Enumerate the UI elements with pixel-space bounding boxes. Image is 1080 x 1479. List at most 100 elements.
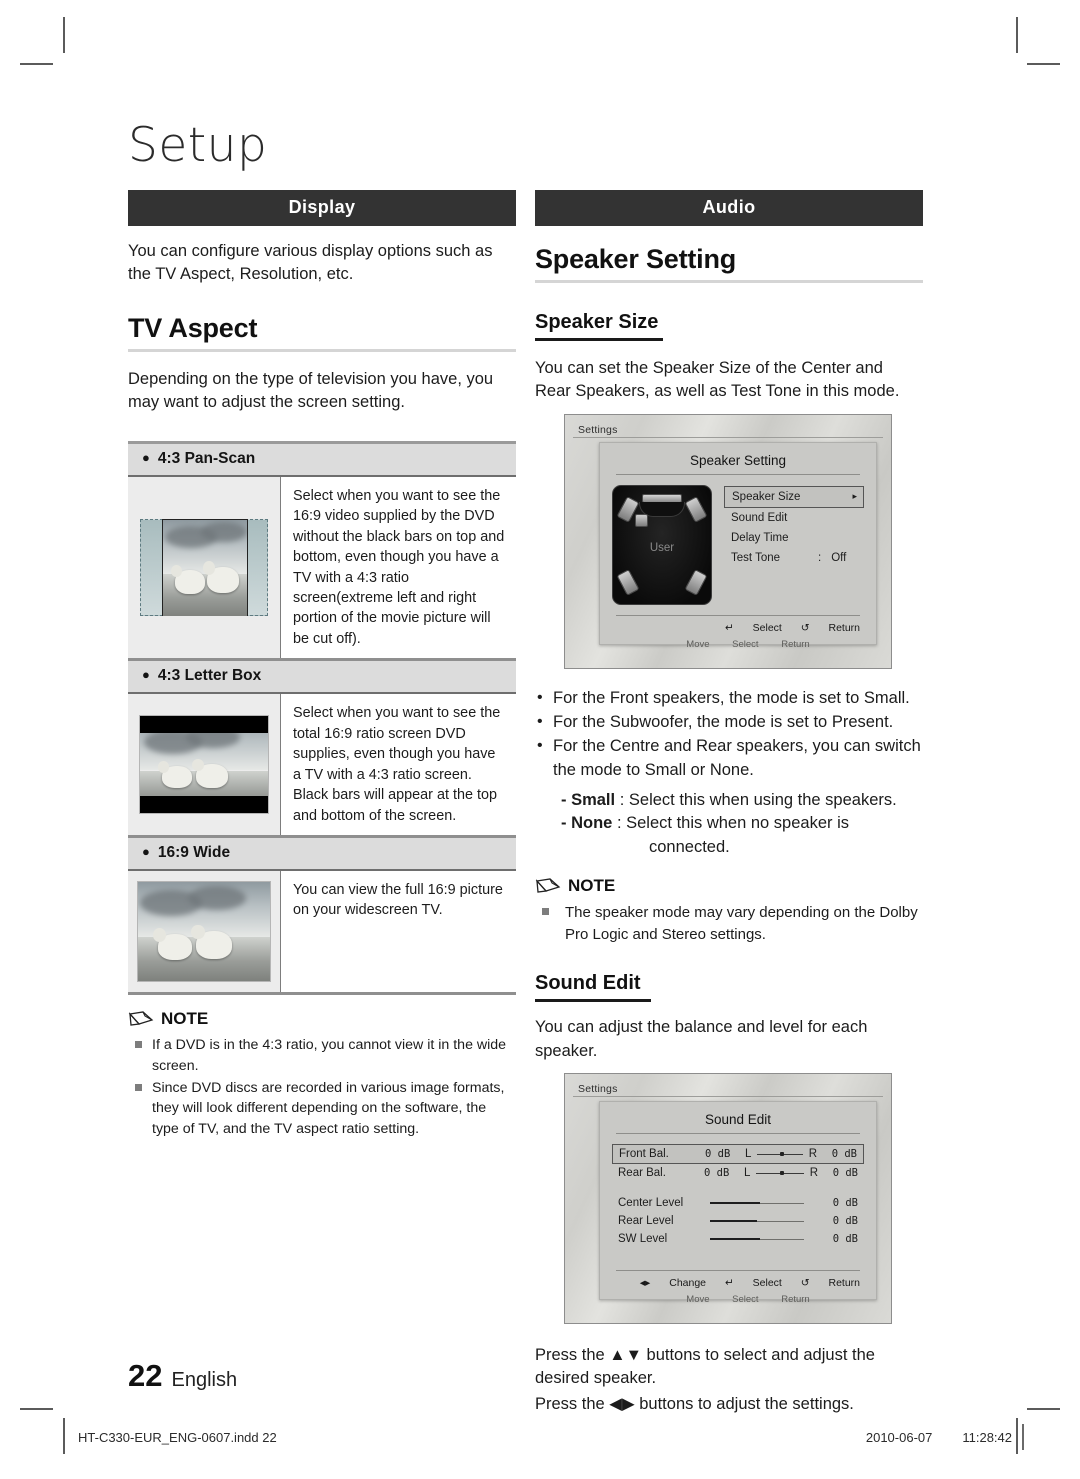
bullet-icon: ● <box>142 667 150 683</box>
osd-dialog-rule-bottom <box>616 614 860 616</box>
left-column: Display You can configure various displa… <box>128 190 516 1141</box>
row-right-tag: R <box>808 1147 817 1160</box>
sound-edit-row-center-level[interactable]: Center Level 0 dB <box>612 1194 864 1212</box>
note-item: The speaker mode may vary depending on t… <box>535 902 923 946</box>
definition-term: - Small <box>561 790 616 809</box>
menu-item-label: Speaker Size <box>732 490 801 503</box>
osd-dialog-title: Sound Edit <box>704 1111 772 1127</box>
tv-aspect-table: ● 4:3 Pan-Scan Select when you want to s… <box>128 440 516 996</box>
manual-page: Setup Display You can configure various … <box>0 0 1080 1479</box>
level-slider[interactable] <box>710 1216 804 1226</box>
osd-return-action[interactable]: ↺ Return <box>801 1277 860 1289</box>
sound-edit-row-sw-level[interactable]: SW Level 0 dB <box>612 1230 864 1248</box>
subheading-sound-edit: Sound Edit <box>535 972 641 995</box>
front-right-speaker-icon <box>684 495 708 523</box>
note-title: NOTE <box>568 876 616 896</box>
osd-ghost-bar: Move Select Return <box>573 639 883 650</box>
definition-text: Select this when no speaker is <box>626 814 849 833</box>
row-left-tag: L <box>745 1147 752 1160</box>
osd-select-action[interactable]: ↵ Select <box>725 1277 782 1289</box>
subheading-underline <box>535 999 651 1003</box>
heading-speaker-setting: Speaker Setting <box>535 244 737 274</box>
menu-item-speaker-size[interactable]: Speaker Size ▸ <box>724 485 864 508</box>
menu-item-label: Delay Time <box>731 531 789 544</box>
sound-edit-row-rear-level[interactable]: Rear Level 0 dB <box>612 1212 864 1230</box>
osd-settings-label: Settings <box>578 423 618 436</box>
level-slider[interactable] <box>710 1234 804 1244</box>
page-number-block: 22 English <box>128 1358 237 1394</box>
osd-return-action[interactable]: ↺ Return <box>801 622 860 634</box>
menu-item-delay-time[interactable]: Delay Time <box>724 528 864 548</box>
row-right-db: 0 dB <box>831 1147 857 1160</box>
ghost-select: Select <box>732 638 759 650</box>
osd-sound-edit-screenshot: Settings Sound Edit Front Bal. 0 dB L R … <box>564 1072 892 1324</box>
speaker-mode-bullets: For the Front speakers, the mode is set … <box>535 686 923 783</box>
row-label: Front Bal. <box>619 1147 669 1160</box>
sound-edit-row-rear-balance[interactable]: Rear Bal. 0 dB L R 0 dB <box>612 1164 864 1182</box>
subheading-speaker-size: Speaker Size <box>535 311 659 333</box>
section-bar-audio: Audio <box>535 190 923 226</box>
osd-dialog-footer: ↵ Select ↺ Return <box>612 622 864 634</box>
osd-divider <box>573 436 883 438</box>
note-list: If a DVD is in the 4:3 ratio, you cannot… <box>128 1035 516 1140</box>
rear-right-speaker-icon <box>684 568 708 596</box>
row-label: 4:3 Letter Box <box>157 667 262 685</box>
subheading-underline <box>535 338 663 341</box>
osd-divider <box>573 1095 883 1097</box>
ghost-move: Move <box>686 1293 710 1305</box>
note-block-display: NOTE If a DVD is in the 4:3 ratio, you c… <box>128 1009 516 1140</box>
note-item: Since DVD discs are recorded in various … <box>128 1078 516 1140</box>
ghost-move: Move <box>686 638 710 650</box>
menu-item-test-tone[interactable]: Test Tone : Off <box>724 548 864 568</box>
footer-time: 11:28:42 <box>962 1430 1012 1445</box>
row-label: Rear Level <box>618 1214 674 1227</box>
menu-item-label: Test Tone <box>731 551 781 564</box>
letter-box-thumbnail <box>139 715 269 815</box>
right-column: Audio Speaker Setting Speaker Size You c… <box>535 190 923 1416</box>
table-row: You can view the full 16:9 picture on yo… <box>128 871 516 996</box>
footer-filename: HT-C330-EUR_ENG-0607.indd 22 <box>78 1430 277 1445</box>
definition-text: Select this when using the speakers. <box>628 790 897 809</box>
level-slider[interactable] <box>710 1198 804 1208</box>
cell-image <box>128 694 281 836</box>
sound-edit-text: You can adjust the balance and level for… <box>535 1018 868 1060</box>
balance-slider[interactable] <box>757 1149 803 1159</box>
definition-colon: : <box>619 790 625 809</box>
bullet-item: For the Front speakers, the mode is set … <box>535 686 923 711</box>
menu-item-sound-edit[interactable]: Sound Edit <box>724 508 864 528</box>
osd-change-action[interactable]: ◂▸ Change <box>640 1277 706 1289</box>
osd-dialog: Speaker Setting User Speaker Size ▸ Soun… <box>599 441 877 645</box>
chevron-right-icon: ▸ <box>852 491 857 502</box>
row-label: Center Level <box>618 1196 684 1209</box>
table-row: Select when you want to see the 16:9 vid… <box>128 476 516 662</box>
osd-speaker-setting-screenshot: Settings Speaker Setting User Speaker Si… <box>564 413 892 669</box>
heading-underline <box>535 280 923 283</box>
osd-dialog-rule <box>616 1132 860 1134</box>
row-left-tag: L <box>744 1166 751 1179</box>
definition-text-continued: connected. <box>649 838 730 857</box>
speaker-size-text: You can set the Speaker Size of the Cent… <box>535 359 900 401</box>
closing-text-2: Press the ◀▶ buttons to adjust the setti… <box>535 1394 854 1413</box>
osd-ghost-bar: Move Select Return <box>573 1294 883 1305</box>
note-item: If a DVD is in the 4:3 ratio, you cannot… <box>128 1035 516 1076</box>
row-left-db: 0 dB <box>705 1147 731 1160</box>
balance-slider[interactable] <box>756 1168 804 1178</box>
table-row-header: ● 4:3 Pan-Scan <box>128 443 516 477</box>
osd-select-action[interactable]: ↵ Select <box>725 622 782 634</box>
row-right-db: 0 dB <box>832 1166 858 1179</box>
wide-thumbnail <box>137 881 271 983</box>
ghost-select: Select <box>732 1293 759 1305</box>
tv-aspect-text: Depending on the type of television you … <box>128 369 494 412</box>
footer-date: 2010-06-07 <box>865 1430 933 1445</box>
sound-edit-row-front-balance[interactable]: Front Bal. 0 dB L R 0 dB <box>612 1143 864 1164</box>
bullet-item: For the Centre and Rear speakers, you ca… <box>535 734 923 783</box>
bullet-icon: ● <box>142 449 150 465</box>
heading-tv-aspect: TV Aspect <box>128 312 258 343</box>
row-label: 4:3 Pan-Scan <box>157 449 256 467</box>
table-row: Select when you want to see the total 16… <box>128 694 516 839</box>
pan-scan-thumbnail <box>140 519 268 616</box>
bullet-icon: ● <box>142 844 150 860</box>
note-list: The speaker mode may vary depending on t… <box>535 902 923 946</box>
definition-term: - None <box>561 814 613 833</box>
note-heading: NOTE <box>535 876 923 896</box>
